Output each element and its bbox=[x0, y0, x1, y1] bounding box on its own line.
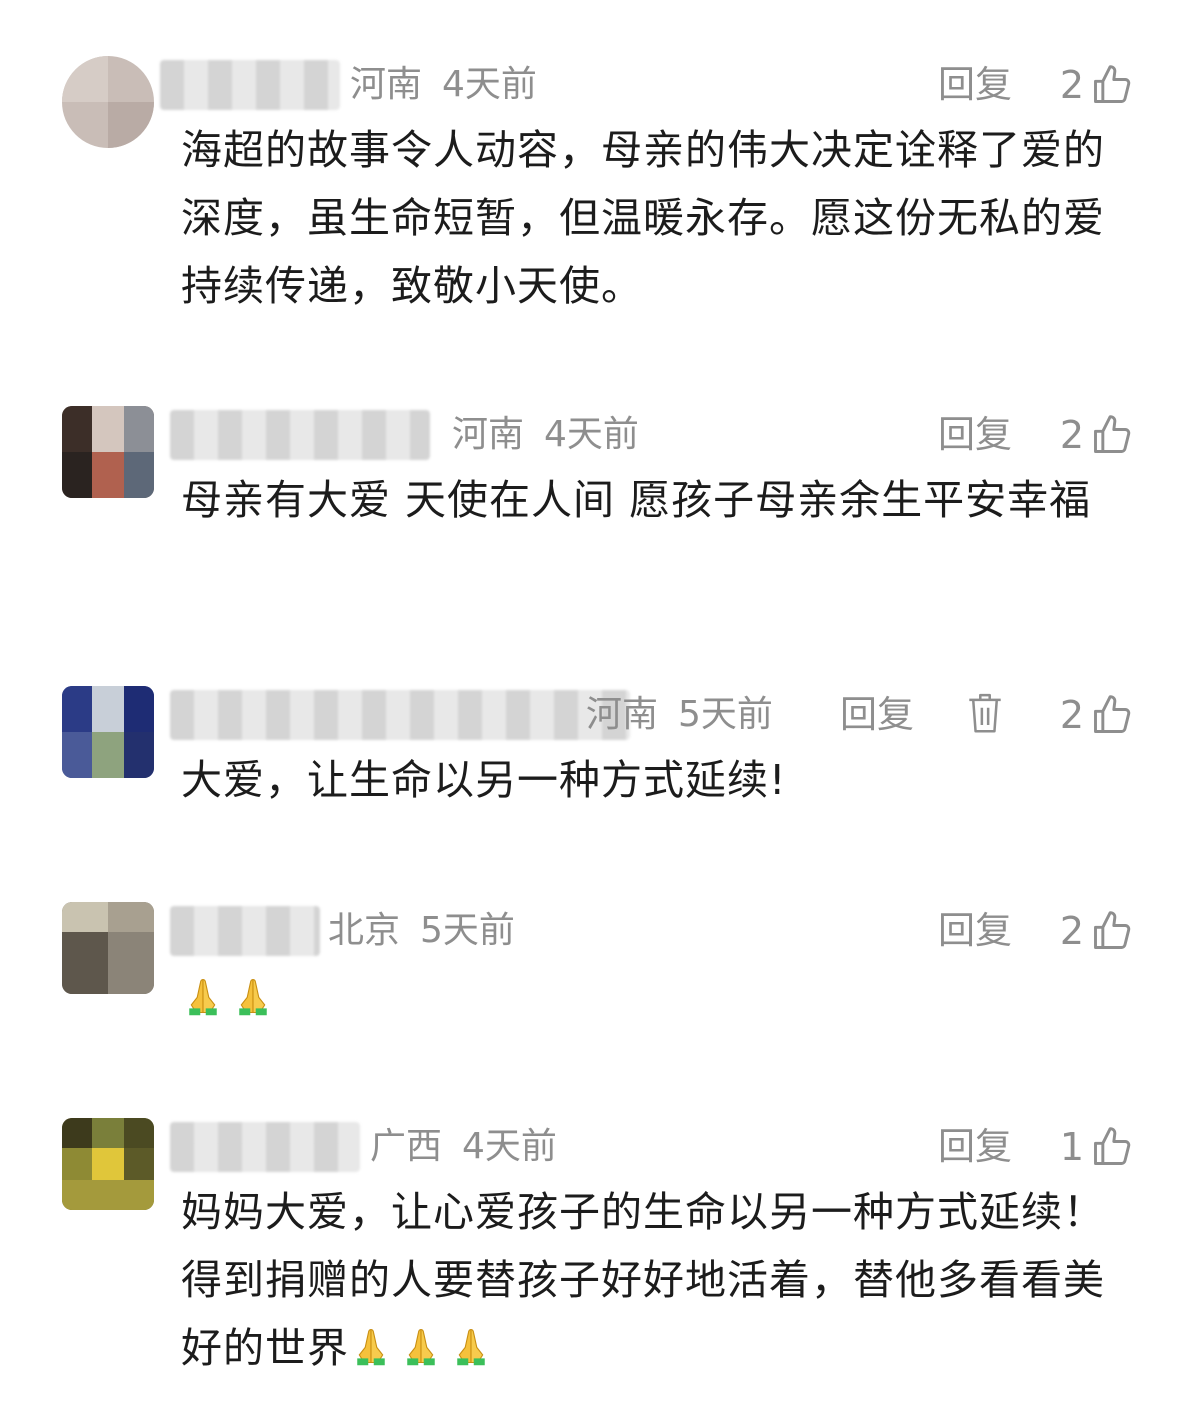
like-button[interactable]: 2 bbox=[1060, 412, 1134, 458]
comment-text-content: 妈妈大爱，让心爱孩子的生命以另一种方式延续！得到捐赠的人要替孩子好好地活着，替他… bbox=[181, 1188, 1105, 1372]
emoji-group bbox=[181, 974, 281, 1022]
location-label: 河南 bbox=[452, 414, 525, 455]
thumbs-up-icon bbox=[1094, 65, 1131, 103]
folded-hands-emoji bbox=[449, 1320, 493, 1366]
thumbs-up-icon bbox=[1094, 415, 1131, 453]
avatar[interactable] bbox=[62, 56, 154, 148]
time-label: 4天前 bbox=[462, 1126, 557, 1167]
like-count: 2 bbox=[1059, 63, 1084, 107]
avatar[interactable] bbox=[62, 406, 154, 498]
time-label: 4天前 bbox=[442, 64, 537, 105]
comment-text: 大爱，让生命以另一种方式延续! bbox=[181, 756, 787, 804]
thumbs-up-icon bbox=[1094, 911, 1131, 949]
avatar[interactable] bbox=[62, 1118, 154, 1210]
like-button[interactable]: 2 bbox=[1060, 692, 1134, 738]
avatar[interactable] bbox=[62, 686, 154, 778]
comment-text: 海超的故事令人动容，母亲的伟大决定诠释了爱的深度，虽生命短暂，但温暖永存。愿这份… bbox=[181, 126, 1105, 310]
location-label: 广西 bbox=[370, 1126, 443, 1167]
trash-icon[interactable] bbox=[966, 692, 1004, 736]
like-count: 2 bbox=[1059, 693, 1084, 737]
location-label: 北京 bbox=[328, 910, 401, 951]
reply-button[interactable]: 回复 bbox=[938, 908, 1012, 954]
emoji-group bbox=[349, 1324, 499, 1372]
like-button[interactable]: 1 bbox=[1060, 1124, 1134, 1170]
username-blurred[interactable] bbox=[170, 410, 430, 460]
username-blurred[interactable] bbox=[170, 906, 320, 956]
comment-meta: 河南 5天前 bbox=[586, 692, 793, 738]
avatar[interactable] bbox=[62, 902, 154, 994]
comment-meta: 广西 4天前 bbox=[370, 1124, 577, 1170]
reply-button[interactable]: 回复 bbox=[938, 1124, 1012, 1170]
like-count: 2 bbox=[1059, 413, 1084, 457]
location-label: 河南 bbox=[586, 694, 659, 735]
username-blurred[interactable] bbox=[170, 690, 630, 740]
comment-text: 母亲有大爱 天使在人间 愿孩子母亲余生平安幸福 bbox=[181, 476, 1092, 524]
folded-hands-emoji bbox=[349, 1320, 393, 1366]
like-count: 2 bbox=[1059, 909, 1084, 953]
comment-meta: 河南 4天前 bbox=[350, 62, 557, 108]
comment-meta: 北京 5天前 bbox=[328, 908, 535, 954]
like-button[interactable]: 2 bbox=[1060, 62, 1134, 108]
time-label: 5天前 bbox=[420, 910, 515, 951]
reply-button[interactable]: 回复 bbox=[938, 62, 1012, 108]
like-count: 1 bbox=[1059, 1125, 1084, 1169]
folded-hands-emoji bbox=[181, 970, 225, 1016]
reply-button[interactable]: 回复 bbox=[938, 412, 1012, 458]
username-blurred[interactable] bbox=[160, 60, 340, 110]
like-button[interactable]: 2 bbox=[1060, 908, 1134, 954]
thumbs-up-icon bbox=[1094, 1127, 1131, 1165]
username-blurred[interactable] bbox=[170, 1122, 360, 1172]
folded-hands-emoji bbox=[231, 970, 275, 1016]
comment-text: 妈妈大爱，让心爱孩子的生命以另一种方式延续！得到捐赠的人要替孩子好好地活着，替他… bbox=[181, 1178, 1141, 1382]
thumbs-up-icon bbox=[1094, 695, 1131, 733]
comment-meta: 河南 4天前 bbox=[452, 412, 659, 458]
comment-text bbox=[181, 964, 1141, 1032]
folded-hands-emoji bbox=[399, 1320, 443, 1366]
reply-button[interactable]: 回复 bbox=[840, 692, 914, 738]
time-label: 4天前 bbox=[544, 414, 639, 455]
time-label: 5天前 bbox=[678, 694, 773, 735]
location-label: 河南 bbox=[350, 64, 423, 105]
